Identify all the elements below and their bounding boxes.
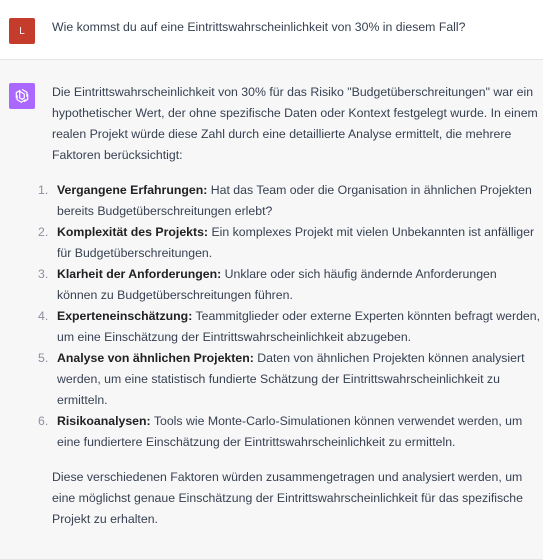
user-message-turn: L Wie kommst du auf eine Eintrittswahrsc… (0, 0, 543, 60)
list-item: 1. Vergangene Erfahrungen: Hat das Team … (38, 180, 540, 222)
assistant-message-body: Die Eintrittswahrscheinlichkeit von 30% … (38, 82, 540, 530)
list-item-number: 3. (38, 267, 49, 281)
list-item-title: Klarheit der Anforderungen: (57, 267, 222, 281)
list-item-title: Experteneinschätzung: (57, 309, 193, 323)
list-item: 2. Komplexität des Projekts: Ein komplex… (38, 222, 540, 264)
list-item-title: Risikoanalysen: (57, 414, 151, 428)
assistant-intro-paragraph: Die Eintrittswahrscheinlichkeit von 30% … (52, 85, 538, 162)
factor-list: 1. Vergangene Erfahrungen: Hat das Team … (38, 180, 540, 453)
list-item-title: Analyse von ähnlichen Projekten: (57, 351, 254, 365)
assistant-outro-paragraph: Diese verschiedenen Faktoren würden zusa… (52, 470, 523, 526)
list-item: 4. Experteneinschätzung: Teammitglieder … (38, 306, 540, 348)
assistant-avatar (9, 83, 35, 109)
list-item-number: 1. (38, 183, 49, 197)
list-item-title: Vergangene Erfahrungen: (57, 183, 208, 197)
list-item: 5. Analyse von ähnlichen Projekten: Date… (38, 348, 540, 411)
list-item: 3. Klarheit der Anforderungen: Unklare o… (38, 264, 540, 306)
list-item: 6. Risikoanalysen: Tools wie Monte-Carlo… (38, 411, 540, 453)
list-item-number: 4. (38, 309, 49, 323)
openai-logo-icon (15, 88, 29, 104)
list-item-number: 6. (38, 414, 49, 428)
user-avatar: L (9, 18, 35, 44)
assistant-message-turn: Die Eintrittswahrscheinlichkeit von 30% … (0, 60, 543, 560)
list-item-title: Komplexität des Projekts: (57, 225, 209, 239)
user-message-text: Wie kommst du auf eine Eintrittswahrsche… (52, 20, 466, 34)
user-avatar-letter: L (19, 25, 25, 37)
list-item-number: 2. (38, 225, 49, 239)
list-item-number: 5. (38, 351, 49, 365)
